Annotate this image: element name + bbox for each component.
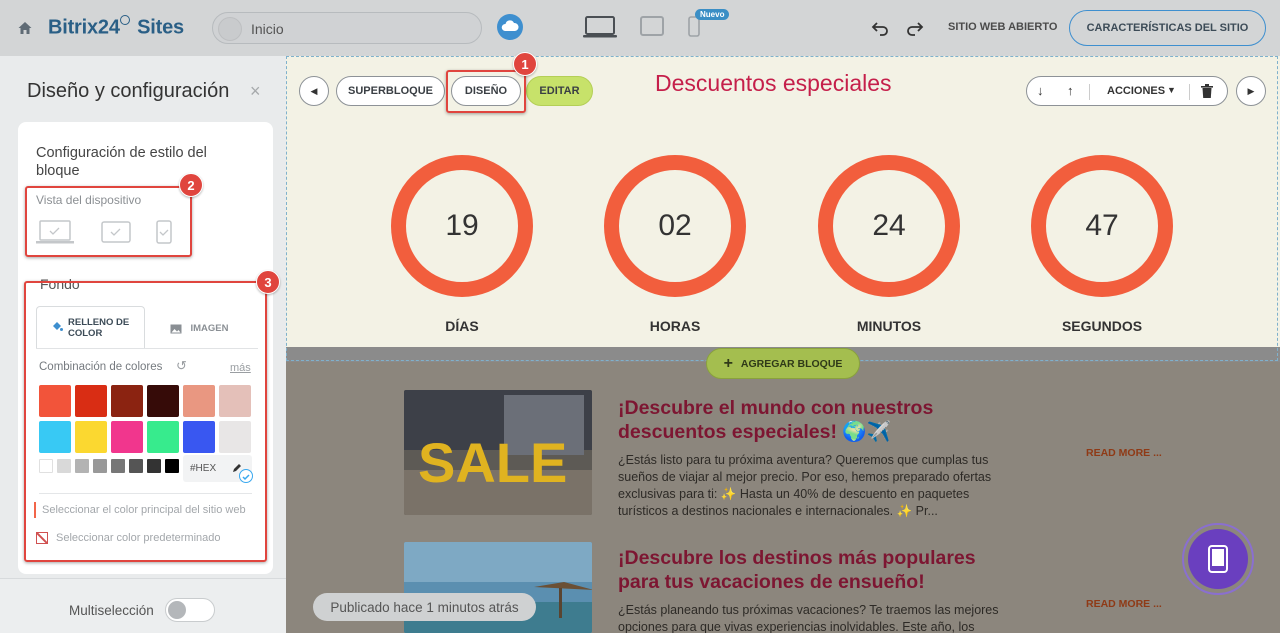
fab-inner (1188, 529, 1248, 589)
close-icon[interactable]: × (250, 81, 261, 102)
mobile-icon (1208, 545, 1228, 573)
tablet-view-icon[interactable] (640, 16, 664, 36)
plus-icon: + (723, 354, 733, 372)
sale-image-text: SALE (418, 431, 567, 494)
block-title[interactable]: Descuentos especiales (655, 70, 892, 97)
trash-icon[interactable] (1201, 84, 1213, 98)
clock-icon (119, 15, 130, 25)
publish-status: Publicado hace 1 minutos atrás (313, 593, 536, 621)
redo-icon[interactable] (906, 19, 924, 37)
home-icon[interactable] (17, 20, 33, 36)
actions-dropdown[interactable]: ACCIONES (1107, 85, 1165, 97)
top-bar: Bitrix24 Sites Inicio Nuevo SITIO WEB AB… (0, 0, 1280, 56)
timer-hours[interactable]: 02 (604, 155, 746, 297)
open-site-link[interactable]: SITIO WEB ABIERTO (948, 21, 1057, 33)
annotation-number-2: 2 (179, 173, 203, 197)
timer-days-label[interactable]: DÍAS (391, 318, 533, 334)
timer-minutes-label[interactable]: MINUTOS (818, 318, 960, 334)
read-more-link[interactable]: READ MORE ... (1086, 447, 1162, 459)
sidebar-footer: Multiselección (0, 578, 286, 633)
sidebar-title: Diseño y configuración (27, 80, 230, 102)
annotation-number-3: 3 (256, 270, 280, 294)
article-excerpt: ¿Estás listo para tu próxima aventura? Q… (618, 453, 992, 518)
annotation-box-device-view (25, 186, 192, 257)
edit-button[interactable]: EDITAR (526, 76, 593, 106)
divider (1189, 84, 1190, 100)
page-selector-label: Inicio (251, 21, 284, 37)
superblock-button[interactable]: SUPERBLOQUE (336, 76, 445, 106)
divider (1089, 84, 1090, 100)
mobile-preview-button[interactable] (1182, 523, 1254, 595)
article-excerpt: ¿Estás planeando tus próximas vacaciones… (618, 603, 999, 633)
timer-minutes[interactable]: 24 (818, 155, 960, 297)
site-features-button[interactable]: CARACTERÍSTICAS DEL SITIO (1069, 10, 1266, 46)
page-selector[interactable]: Inicio (212, 12, 482, 44)
annotation-box-design (446, 70, 526, 113)
annotation-number-1: 1 (513, 52, 537, 76)
prev-block-button[interactable]: ◀ (299, 76, 329, 106)
article-image[interactable]: SALE (404, 390, 592, 515)
logo[interactable]: Bitrix24 Sites (48, 15, 184, 40)
page-thumbnail (218, 17, 242, 41)
new-badge: Nuevo (695, 9, 730, 20)
article-title[interactable]: ¡Descubre los destinos más populares par… (618, 546, 1008, 594)
annotation-box-background (24, 281, 267, 562)
timer-seconds-label[interactable]: SEGUNDOS (1031, 318, 1173, 334)
multiselect-label: Multiselección (69, 603, 154, 618)
desktop-view-icon[interactable] (583, 16, 617, 38)
move-down-icon[interactable]: ↓ (1037, 83, 1044, 98)
next-block-button[interactable]: ▶ (1236, 76, 1266, 106)
article-title[interactable]: ¡Descubre el mundo con nuestros descuent… (618, 396, 1008, 444)
toggle-knob (168, 601, 186, 619)
timer-hours-label[interactable]: HORAS (604, 318, 746, 334)
timer-days[interactable]: 19 (391, 155, 533, 297)
read-more-link[interactable]: READ MORE ... (1086, 598, 1162, 610)
cloud-icon[interactable] (497, 14, 523, 40)
timer-seconds[interactable]: 47 (1031, 155, 1173, 297)
undo-icon[interactable] (871, 19, 889, 37)
add-block-button[interactable]: + AGREGAR BLOQUE (706, 348, 860, 379)
move-up-icon[interactable]: ↑ (1067, 83, 1074, 98)
chevron-down-icon[interactable]: ▼ (1167, 85, 1176, 95)
block-actions-bar: ↓ ↑ ACCIONES ▼ (1026, 76, 1228, 106)
block-style-title: Configuración de estilo del bloque (36, 145, 207, 179)
multiselect-toggle[interactable] (165, 598, 215, 622)
